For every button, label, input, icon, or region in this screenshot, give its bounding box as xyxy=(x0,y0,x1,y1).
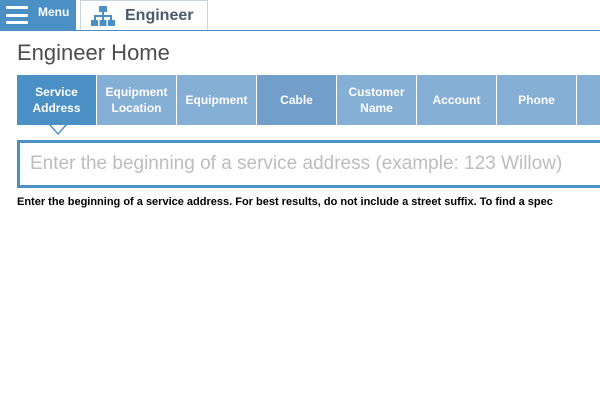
menu-label: Menu xyxy=(38,5,70,19)
tab-account[interactable]: Account xyxy=(417,75,497,125)
tab-equipment-location[interactable]: Equipment Location xyxy=(97,75,177,125)
active-tab-pointer-inner xyxy=(51,125,65,133)
tab-cable[interactable]: Cable xyxy=(257,75,337,125)
help-text: Enter the beginning of a service address… xyxy=(17,196,553,208)
tab-phone[interactable]: Phone xyxy=(497,75,577,125)
tab-customer-name[interactable]: Customer Name xyxy=(337,75,417,125)
search-type-tabs: Service Address Equipment Location Equip… xyxy=(17,75,600,125)
hamburger-icon xyxy=(6,6,28,24)
org-chart-icon xyxy=(91,5,115,26)
search-box xyxy=(17,140,600,188)
app-tab-engineer[interactable]: Engineer xyxy=(80,0,208,30)
menu-button[interactable]: Menu xyxy=(0,0,76,30)
top-bar: Menu Engineer xyxy=(0,0,600,31)
tab-more[interactable] xyxy=(577,75,600,125)
tab-equipment[interactable]: Equipment xyxy=(177,75,257,125)
service-address-search-input[interactable] xyxy=(20,143,600,185)
page-title: Engineer Home xyxy=(17,40,170,65)
app-title: Engineer xyxy=(125,6,194,24)
tab-service-address[interactable]: Service Address xyxy=(17,75,97,125)
